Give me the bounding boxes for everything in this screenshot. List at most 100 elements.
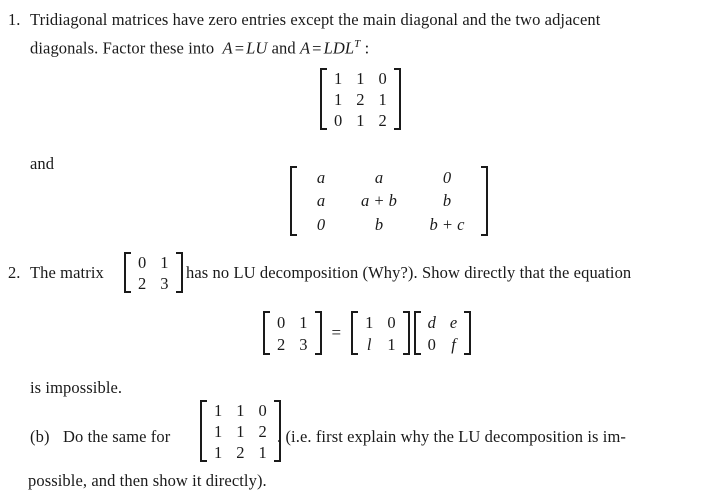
matrix-cell: 1	[356, 69, 365, 88]
matrix-body: 0 1 2 3	[270, 311, 315, 355]
matrix-cell: b	[442, 191, 452, 211]
matrix-cell: 0	[387, 312, 396, 332]
matrix-cell: a	[316, 168, 326, 188]
problem-2-number: 2.	[8, 263, 21, 282]
matrix-row: 1 0	[358, 311, 403, 333]
matrix-cell: l	[366, 334, 372, 354]
matrix-right-bracket	[175, 252, 183, 293]
formula-equals-second: =	[312, 38, 322, 58]
matrix-cell: 0	[334, 111, 343, 130]
matrix-cell: 0	[316, 214, 326, 234]
matrix-cell: 3	[160, 274, 169, 293]
impossible-statement: is impossible.	[30, 378, 123, 397]
matrix-left-bracket	[290, 166, 297, 236]
matrix-cell: 2	[236, 443, 245, 462]
matrix-body: 1 0 l 1	[358, 311, 403, 355]
matrix-cell: 1	[334, 90, 343, 109]
matrix-cell: 2	[277, 334, 286, 354]
matrix-cell: 1	[236, 401, 245, 420]
matrix-cell: 1	[160, 253, 169, 272]
matrix-cell: 0	[427, 334, 436, 354]
matrix-body: 0 1 2 3	[131, 252, 176, 294]
matrix-row: l 1	[358, 333, 403, 355]
matrix-cell: 0	[138, 253, 147, 272]
matrix-cell: b + c	[429, 214, 465, 234]
matrix-cell: 2	[258, 422, 267, 441]
matrix-left-bracket	[413, 311, 421, 355]
matrix-cell: f	[451, 334, 456, 354]
matrix-body: 1 1 0 1 2 1 0 1 2	[327, 68, 394, 131]
formula-LDL: LDL	[323, 38, 355, 58]
matrix-0123-inline: 0 1 2 3	[124, 252, 183, 293]
matrix-cell: 0	[442, 168, 452, 188]
matrix-cell: 2	[138, 274, 147, 293]
matrix-cell: 0	[258, 401, 267, 420]
matrix-row: 0 1	[270, 311, 315, 333]
matrix-row: a a 0	[297, 166, 481, 189]
tridiagonal-symbolic-matrix: a a 0 a a + b b 0 b b + c	[290, 166, 488, 236]
matrix-row: 1 1 0	[207, 400, 274, 421]
matrix-row: 0 1	[131, 252, 176, 273]
matrix-left-bracket	[320, 68, 327, 130]
problem-1-line-1: Tridiagonal matrices have zero entries e…	[30, 10, 601, 29]
matrix-row: 2 3	[270, 333, 315, 355]
matrix-right-bracket	[314, 311, 322, 355]
matrix-right-bracket	[402, 311, 410, 355]
matrix-cell: 1	[236, 422, 245, 441]
matrix-cell: 1	[214, 443, 223, 462]
problem-2-line-1-prefix: The matrix	[30, 263, 104, 282]
matrix-left-bracket	[263, 311, 270, 355]
matrix-row: 1 2 1	[207, 442, 274, 463]
matrix-cell: a	[316, 191, 326, 211]
matrix-body: a a 0 a a + b b 0 b b + c	[297, 166, 481, 236]
matrix-cell: 2	[356, 90, 365, 109]
matrix-row: 1 1 0	[327, 68, 394, 89]
subpart-b-suffix: . (i.e. first explain why the LU decompo…	[277, 427, 626, 446]
matrix-cell: 1	[356, 111, 365, 130]
matrix-cell: 1	[214, 401, 223, 420]
matrix-right-bracket	[393, 68, 401, 130]
matrix-cell: 1	[334, 69, 343, 88]
matrix-row: 0 1 2	[327, 110, 394, 131]
problem-1-line-2: diagonals. Factor these into A = LU and A =…	[30, 32, 369, 61]
matrix-left-bracket	[200, 400, 207, 462]
tridiagonal-numeric-matrix: 1 1 0 1 2 1 0 1 2	[320, 68, 401, 130]
problem-1-number: 1.	[8, 10, 21, 29]
formula-colon: :	[364, 38, 370, 58]
matrix-cell: 1	[258, 443, 267, 462]
matrix-cell: 3	[299, 334, 308, 354]
formula-A-second: A	[299, 38, 311, 58]
matrix-cell: 1	[214, 422, 223, 441]
matrix-cell: 0	[378, 69, 387, 88]
matrix-body: d e 0 f	[421, 311, 465, 355]
matrix-row: 1 1 2	[207, 421, 274, 442]
lu-equation-L-matrix: 1 0 l 1	[351, 311, 410, 355]
matrix-cell: b	[374, 214, 384, 234]
matrix-left-bracket	[124, 252, 131, 293]
matrix-cell: 1	[365, 312, 374, 332]
subpart-b-label: (b)	[30, 427, 50, 446]
problem-2-line-1-suffix: has no LU decomposition (Why?). Show dir…	[186, 263, 632, 282]
matrix-cell: 1	[387, 334, 396, 354]
matrix-row: d e	[421, 311, 465, 333]
matrix-row: 2 3	[131, 273, 176, 294]
matrix-cell: a + b	[361, 191, 397, 211]
subpart-b-continuation: possible, and then show it directly).	[28, 471, 267, 490]
formula-A-first: A	[222, 38, 233, 58]
matrix-row: 1 2 1	[327, 89, 394, 110]
matrix-right-bracket	[481, 166, 488, 236]
matrix-cell: e	[449, 312, 458, 332]
equals-sign: =	[331, 323, 342, 342]
matrix-left-bracket	[351, 311, 359, 355]
formula-LU: LU	[246, 38, 268, 58]
matrix-right-bracket	[464, 311, 472, 355]
matrix-cell: d	[427, 312, 436, 332]
and-connector-label: and	[30, 154, 55, 173]
matrix-body: 1 1 0 1 1 2 1 2 1	[207, 400, 274, 463]
matrix-row: 0 f	[421, 333, 465, 355]
matrix-cell: 0	[277, 312, 286, 332]
lu-equation: 0 1 2 3 = 1 0 l 1 d e 0 f	[263, 311, 472, 355]
document-page: 1. Tridiagonal matrices have zero entrie…	[0, 0, 719, 501]
matrix-row: 0 b b + c	[297, 213, 481, 236]
formula-and: and	[271, 38, 296, 58]
